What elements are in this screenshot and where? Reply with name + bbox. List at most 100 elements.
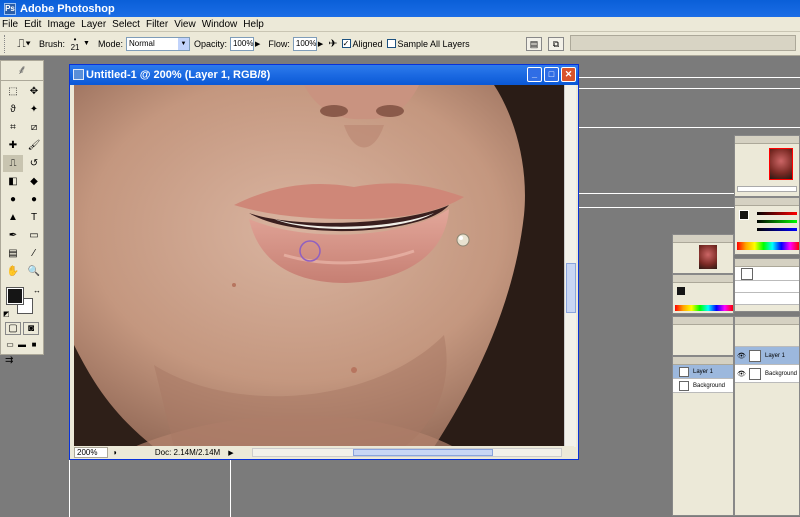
menu-view[interactable]: View [174, 19, 196, 30]
status-menu-arrow-icon[interactable]: ▶ [228, 449, 233, 457]
flow-slider-arrow-icon[interactable]: ▶ [318, 40, 323, 48]
toggle-palettes-icon[interactable]: ⧉ [548, 37, 564, 51]
brush-label: Brush: [39, 38, 66, 49]
jump-to-imageready-icon[interactable]: ⇉ [1, 353, 43, 368]
eyedropper-icon[interactable]: ⁄ [24, 245, 44, 262]
maximize-button[interactable]: □ [544, 67, 559, 82]
foreground-color-swatch[interactable] [6, 287, 24, 305]
opacity-input[interactable]: 100% [229, 36, 254, 51]
zoom-field[interactable]: 200% [74, 447, 108, 458]
dodge-icon[interactable]: ● [24, 191, 44, 208]
brush-dropdown-icon[interactable]: ▼ [83, 40, 90, 47]
lasso-icon[interactable]: ϑ [3, 101, 23, 118]
history-tab[interactable] [735, 259, 799, 267]
sample-all-layers-checkbox[interactable] [386, 39, 396, 48]
menu-filter[interactable]: Filter [146, 19, 168, 30]
history-tab-secondary[interactable] [673, 317, 733, 325]
color-fg-swatch[interactable] [739, 210, 749, 220]
aligned-checkbox[interactable]: ✓ [341, 39, 351, 48]
navigator-thumbnail-secondary[interactable] [699, 245, 717, 269]
navigator-zoom-slider[interactable] [737, 186, 797, 192]
menu-edit[interactable]: Edit [24, 19, 41, 30]
standard-mode-icon[interactable]: ▢ [5, 322, 21, 335]
crop-icon[interactable]: ⌗ [3, 119, 23, 136]
red-slider[interactable] [757, 212, 797, 215]
eraser-icon[interactable]: ◧ [3, 173, 23, 190]
history-step[interactable] [735, 293, 799, 305]
shape-icon[interactable]: ▭ [24, 227, 44, 244]
color-ramp[interactable] [737, 242, 799, 250]
blur-icon[interactable]: ● [3, 191, 23, 208]
history-snapshot[interactable] [735, 267, 799, 281]
color-tab[interactable] [735, 198, 799, 206]
marquee-icon[interactable]: ⬚ [3, 83, 23, 100]
screen-mode-full-menu-icon[interactable]: ▬ [17, 339, 27, 351]
history-palette [734, 258, 800, 312]
horizontal-scroll-thumb[interactable] [353, 449, 493, 456]
type-icon[interactable]: T [24, 209, 44, 226]
horizontal-scrollbar[interactable] [252, 448, 562, 457]
move-icon[interactable]: ✥ [24, 83, 44, 100]
menu-select[interactable]: Select [112, 19, 140, 30]
file-browser-icon[interactable]: ▤ [526, 37, 542, 51]
adobe-feather-icon[interactable]: ⸙ [1, 61, 43, 81]
menu-window[interactable]: Window [202, 19, 238, 30]
visibility-eye-icon[interactable]: 👁 [737, 352, 746, 360]
layers-options [735, 325, 799, 347]
visibility-eye-icon[interactable]: 👁 [737, 370, 746, 378]
vertical-scroll-thumb[interactable] [566, 263, 576, 313]
zoom-icon[interactable]: 🔍 [24, 263, 44, 280]
status-options-icon[interactable]: ◑ [112, 448, 117, 457]
navigator-thumbnail[interactable] [769, 148, 793, 180]
menu-image[interactable]: Image [47, 19, 75, 30]
history-brush-icon[interactable]: ↺ [24, 155, 44, 172]
layer-row-background[interactable]: 👁 Background [735, 365, 799, 383]
vertical-scrollbar[interactable] [564, 85, 576, 447]
color-palette [734, 197, 800, 255]
hand-icon[interactable]: ✋ [3, 263, 23, 280]
menu-help[interactable]: Help [243, 19, 264, 30]
airbrush-icon[interactable]: ✈ [328, 37, 337, 50]
quick-mask-icon[interactable]: ◙ [23, 322, 39, 335]
minimize-button[interactable]: _ [527, 67, 542, 82]
pen-icon[interactable]: ✒ [3, 227, 23, 244]
paint-bucket-icon[interactable]: ◆ [24, 173, 44, 190]
clone-stamp-tool-preset-icon[interactable]: ⎍▾ [13, 35, 35, 53]
history-step[interactable] [735, 281, 799, 293]
color-fg-swatch-secondary[interactable] [677, 287, 685, 295]
layer-row-layer1-secondary[interactable]: Layer 1 [673, 365, 733, 379]
tool-grid: ⬚ ✥ ϑ ✦ ⌗ ⧄ ✚ 🖌 ⎍ ↺ ◧ ◆ ● ● ▲ T ✒ ▭ ▤ ⁄ ✋ 🔍 [1, 81, 43, 282]
layers-tab-secondary[interactable] [673, 357, 733, 365]
brush-picker[interactable]: • 21 [68, 35, 82, 52]
screen-mode-standard-icon[interactable]: ▭ [5, 339, 15, 351]
flow-input[interactable]: 100% [292, 36, 317, 51]
close-button[interactable]: ✕ [561, 67, 576, 82]
brush-icon[interactable]: 🖌 [24, 137, 44, 154]
layer-row-layer1[interactable]: 👁 Layer 1 [735, 347, 799, 365]
slice-icon[interactable]: ⧄ [24, 119, 44, 136]
magic-wand-icon[interactable]: ✦ [24, 101, 44, 118]
navigator-tab-secondary[interactable] [673, 235, 733, 243]
swap-colors-icon[interactable]: ↔ [33, 286, 41, 295]
image-canvas[interactable] [74, 85, 566, 447]
document-titlebar[interactable]: Untitled-1 @ 200% (Layer 1, RGB/8) _ □ ✕ [70, 65, 578, 85]
notes-icon[interactable]: ▤ [3, 245, 23, 262]
layer-row-background-secondary[interactable]: Background [673, 379, 733, 393]
layer-thumb [679, 380, 689, 391]
default-colors-icon[interactable]: ◩ [3, 310, 10, 318]
navigator-tab[interactable] [735, 136, 799, 144]
green-slider[interactable] [757, 220, 797, 223]
mode-select[interactable]: Normal ▼ [125, 36, 190, 51]
screen-mode-full-icon[interactable]: ■ [29, 339, 39, 351]
menu-file[interactable]: File [2, 19, 18, 30]
healing-brush-icon[interactable]: ✚ [3, 137, 23, 154]
clone-stamp-icon[interactable]: ⎍ [3, 155, 23, 172]
path-select-icon[interactable]: ▲ [3, 209, 23, 226]
menu-layer[interactable]: Layer [81, 19, 106, 30]
color-tab-secondary[interactable] [673, 275, 733, 283]
options-bar-grip[interactable] [4, 34, 7, 53]
color-ramp-secondary[interactable] [675, 305, 733, 311]
layers-tab[interactable] [735, 317, 799, 325]
opacity-slider-arrow-icon[interactable]: ▶ [255, 40, 260, 48]
blue-slider[interactable] [757, 228, 797, 231]
